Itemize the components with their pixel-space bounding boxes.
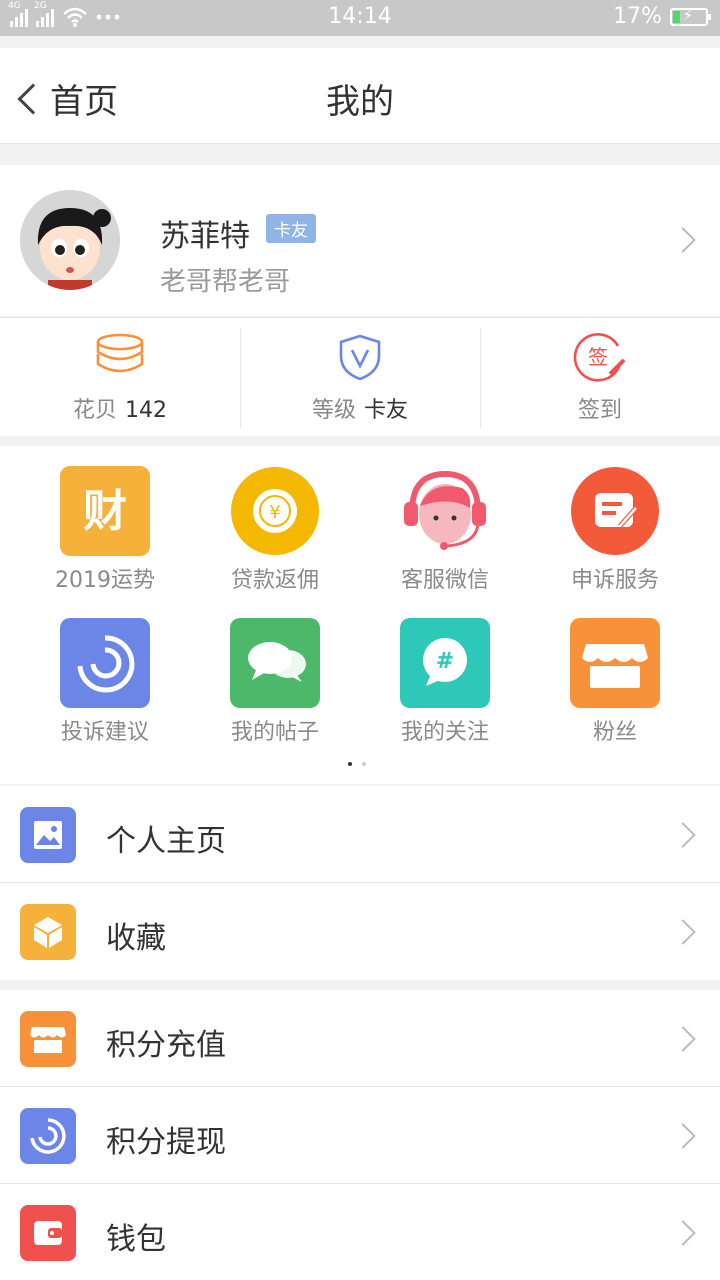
shield-v-icon <box>339 334 381 381</box>
stat-value: 卡友 <box>364 398 409 423</box>
status-right: 17% ⚡ <box>613 4 711 29</box>
profile-card[interactable]: 苏菲特 卡友 老哥帮老哥 <box>0 165 720 316</box>
hash-glyph: # <box>436 649 454 674</box>
spiral-icon <box>20 1108 76 1164</box>
menu-item-points-recharge[interactable]: 积分充值 <box>0 990 720 1087</box>
menu-label: 积分提现 <box>106 1125 226 1160</box>
stat-level[interactable]: 等级 卡友 <box>240 318 480 436</box>
grid-item-label: 我的帖子 <box>230 720 319 745</box>
grid-item-loan-rebate[interactable]: ¥ 贷款返佣 <box>190 466 360 594</box>
menu-item-points-withdraw[interactable]: 积分提现 <box>0 1087 720 1184</box>
shop-icon <box>570 618 660 708</box>
menu-label: 收藏 <box>106 921 166 956</box>
chevron-right-icon <box>670 1026 696 1052</box>
shop-icon <box>20 1011 76 1067</box>
menu-item-homepage[interactable]: 个人主页 <box>0 786 720 883</box>
stat-label: 花贝 <box>72 398 117 423</box>
grid-item-label: 客服微信 <box>400 568 489 593</box>
profile-subtitle: 老哥帮老哥 <box>160 267 291 297</box>
grid-item-complaint[interactable]: 投诉建议 <box>20 618 190 746</box>
grid-item-fortune[interactable]: 财 2019运势 <box>20 466 190 594</box>
avatar[interactable] <box>20 190 120 290</box>
menu-item-wallet[interactable]: 钱包 <box>0 1184 720 1280</box>
chat-bubbles-icon <box>230 618 320 708</box>
grid-item-label: 贷款返佣 <box>230 568 319 593</box>
stat-points[interactable]: 花贝 142 <box>0 318 240 436</box>
menu-item-favorites[interactable]: 收藏 <box>0 883 720 980</box>
sign-glyph: 签 <box>588 345 608 369</box>
level-badge: 卡友 <box>266 214 316 243</box>
chevron-right-icon <box>670 822 696 848</box>
headset-icon <box>400 466 490 556</box>
image-icon <box>20 807 76 863</box>
wallet-icon <box>20 1205 76 1261</box>
menu-label: 钱包 <box>106 1222 166 1257</box>
coin-yen-icon: ¥ <box>230 466 320 556</box>
menu-label: 个人主页 <box>106 824 226 859</box>
nav-bar: 首页 我的 <box>0 48 720 144</box>
menu-group-2: 积分充值 积分提现 钱包 <box>0 990 720 1280</box>
grid-item-appeal-service[interactable]: 申诉服务 <box>530 466 700 594</box>
grid-item-my-follows[interactable]: # 我的关注 <box>360 618 530 746</box>
stat-label: 签到 <box>577 398 622 423</box>
grid-item-label: 粉丝 <box>592 720 637 745</box>
feature-grid: 财 2019运势 ¥ 贷款返佣 客服微信 申诉服务 投诉建议 我的帖子 # 我的… <box>0 446 720 784</box>
spiral-icon <box>60 618 150 708</box>
chevron-right-icon <box>670 919 696 945</box>
grid-item-customer-service[interactable]: 客服微信 <box>360 466 530 594</box>
battery-percent: 17% <box>613 4 662 29</box>
hashtag-icon: # <box>400 618 490 708</box>
fortune-icon: 财 <box>60 466 150 556</box>
grid-item-my-posts[interactable]: 我的帖子 <box>190 618 360 746</box>
menu-label: 积分充值 <box>106 1028 226 1063</box>
grid-item-label: 投诉建议 <box>60 720 149 745</box>
stat-value: 142 <box>125 398 167 423</box>
chevron-right-icon <box>670 227 696 253</box>
edit-note-icon <box>570 466 660 556</box>
box-icon <box>20 904 76 960</box>
coins-icon <box>96 333 144 373</box>
stat-sign-in[interactable]: 签 签到 <box>480 318 720 436</box>
menu-group-1: 个人主页 收藏 <box>0 786 720 980</box>
chevron-right-icon <box>670 1220 696 1246</box>
grid-item-label: 2019运势 <box>55 568 155 593</box>
profile-name: 苏菲特 <box>160 219 250 254</box>
page-indicator <box>348 762 366 766</box>
status-time: 14:14 <box>328 4 392 29</box>
grid-item-label: 我的关注 <box>400 720 489 745</box>
status-bar: 4G 2G 14:14 17% ⚡ <box>0 0 720 36</box>
profile-page: 4G 2G 14:14 17% ⚡ 首页 我的 苏菲特 卡友 老哥帮老哥 花贝 … <box>0 0 720 1280</box>
avatar-image <box>20 190 120 290</box>
chevron-right-icon <box>670 1123 696 1149</box>
sign-in-icon: 签 <box>573 333 626 382</box>
fortune-glyph: 财 <box>83 486 127 537</box>
grid-item-fans[interactable]: 粉丝 <box>530 618 700 746</box>
yen-glyph: ¥ <box>269 502 280 523</box>
grid-item-label: 申诉服务 <box>570 568 659 593</box>
stat-label: 等级 <box>311 398 356 423</box>
stats-bar: 花贝 142 等级 卡友 签 签到 <box>0 317 720 436</box>
battery-icon: ⚡ <box>670 7 711 26</box>
page-title: 我的 <box>326 82 394 122</box>
